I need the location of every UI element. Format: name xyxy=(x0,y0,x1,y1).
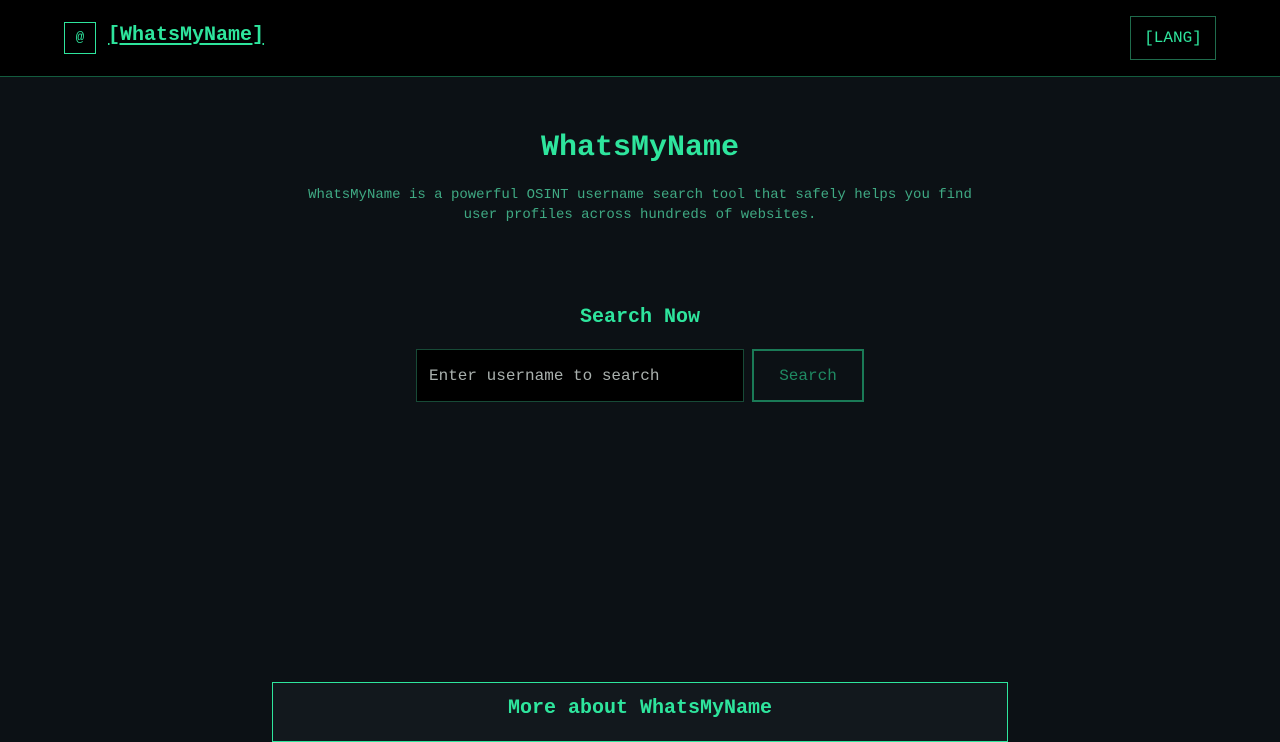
top-navbar: @ [WhatsMyName] [LANG] xyxy=(0,0,1280,77)
more-about-title: More about WhatsMyName xyxy=(507,697,773,720)
username-search-input[interactable] xyxy=(416,349,744,402)
at-sign-logo-icon[interactable]: @ xyxy=(64,22,96,54)
more-about-panel[interactable]: More about WhatsMyName xyxy=(272,682,1008,742)
search-button[interactable]: Search xyxy=(752,349,864,402)
brand-link[interactable]: [WhatsMyName] xyxy=(108,24,264,47)
page-description: WhatsMyName is a powerful OSINT username… xyxy=(308,187,972,223)
language-button[interactable]: [LANG] xyxy=(1130,16,1216,60)
search-heading: Search Now xyxy=(579,306,701,329)
page-title: WhatsMyName xyxy=(540,131,740,165)
